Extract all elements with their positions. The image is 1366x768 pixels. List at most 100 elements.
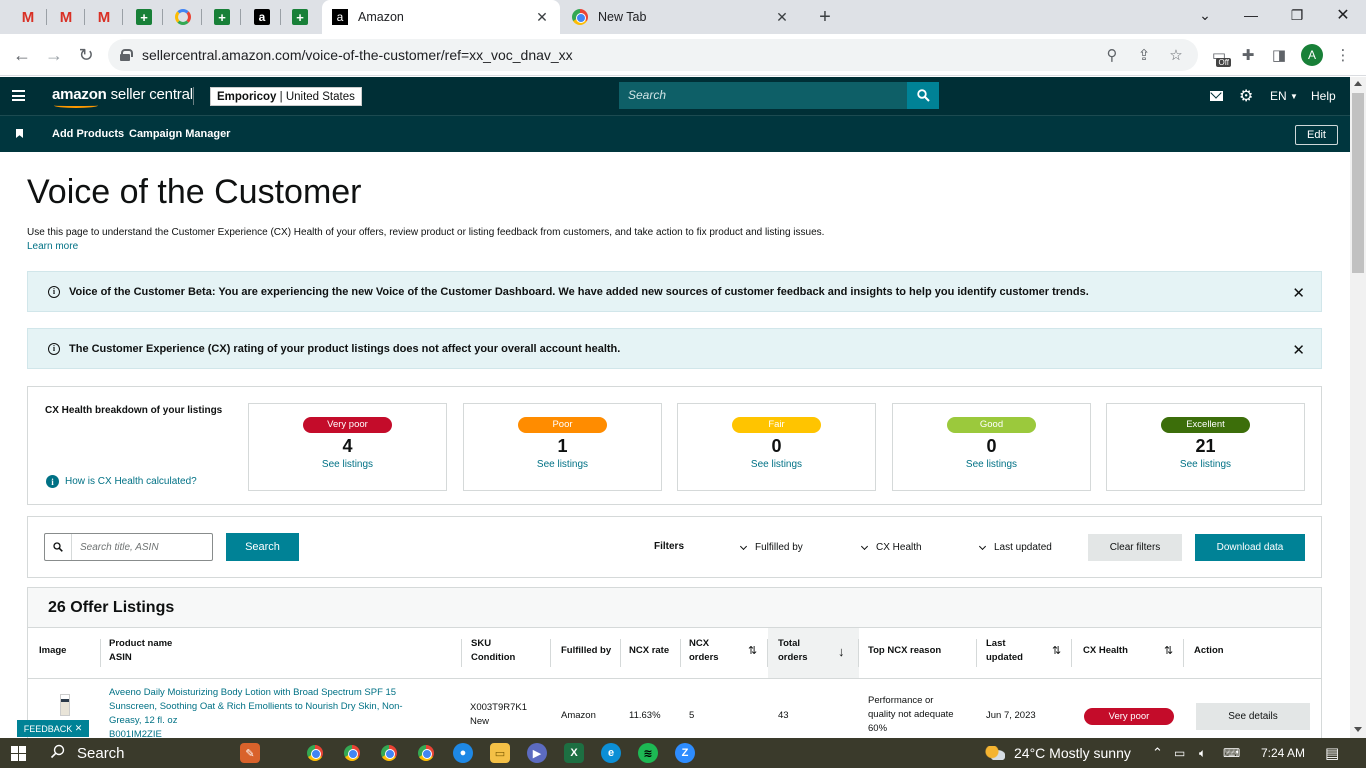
chrome-icon[interactable] (381, 745, 397, 761)
menu-icon[interactable] (12, 90, 25, 101)
address-bar[interactable]: sellercentral.amazon.com/voice-of-the-cu… (108, 39, 1198, 71)
sort-icon[interactable]: ⇅ (748, 644, 757, 657)
pinned-tab-google[interactable] (166, 4, 200, 30)
see-listings-link[interactable]: See listings (249, 459, 446, 470)
close-icon[interactable]: ✕ (534, 9, 550, 26)
filter-last-updated[interactable]: Last updated (978, 542, 1052, 553)
download-data-button[interactable]: Download data (1195, 534, 1305, 561)
clear-filters-button[interactable]: Clear filters (1088, 534, 1182, 561)
see-details-button[interactable]: See details (1196, 703, 1310, 730)
more-menu-icon[interactable]: ⋮ (1330, 42, 1356, 68)
filter-fulfilled-by[interactable]: Fulfilled by (739, 542, 803, 553)
sort-down-arrow-icon[interactable]: ↓ (838, 644, 845, 659)
new-tab-button[interactable]: + (812, 4, 838, 30)
listing-search-input[interactable]: Search title, ASIN (44, 533, 213, 561)
col-total-orders[interactable]: Total orders (778, 637, 808, 665)
taskbar-search-label: Search (77, 744, 125, 762)
tab-amazon[interactable]: a Amazon ✕ (322, 0, 560, 34)
edit-nav-button[interactable]: Edit (1295, 125, 1338, 145)
back-arrow-icon[interactable]: ← (9, 42, 35, 68)
close-window-button[interactable]: ✕ (1320, 0, 1366, 30)
share-icon[interactable]: ⇪ (1130, 39, 1158, 71)
tray-overflow-chevron-icon[interactable]: ⌃ (1152, 738, 1163, 768)
sort-icon[interactable]: ⇅ (1052, 644, 1061, 657)
learn-more-link[interactable]: Learn more (27, 241, 78, 252)
store-selector[interactable]: Emporicoy | United States (210, 87, 362, 106)
weather-widget[interactable]: 24°C Mostly sunny (985, 738, 1131, 768)
gmail-icon: M (59, 8, 73, 26)
sort-icon[interactable]: ⇅ (1164, 644, 1173, 657)
seller-central-logo[interactable]: amazon seller central (52, 86, 193, 108)
restore-button[interactable]: ❐ (1274, 0, 1320, 30)
help-link[interactable]: Help (1311, 88, 1336, 104)
product-thumbnail[interactable] (60, 694, 70, 716)
col-ncx-rate[interactable]: NCX rate (629, 644, 669, 658)
weather-sun-cloud-icon (985, 746, 1005, 760)
tab-search-chevron-icon[interactable]: ⌄ (1182, 0, 1228, 30)
see-listings-link[interactable]: See listings (1107, 459, 1304, 470)
col-product-name[interactable]: Product name ASIN (109, 637, 172, 665)
close-icon[interactable]: ✕ (1292, 341, 1305, 359)
media-player-icon[interactable]: ▶ (527, 743, 547, 763)
network-icon[interactable]: ▭ (1174, 738, 1185, 768)
cx-breakdown-label: CX Health breakdown of your listings (45, 405, 223, 416)
feedback-button[interactable]: FEEDBACK ✕ (17, 720, 89, 737)
listing-search-button[interactable]: Search (226, 533, 299, 561)
volume-icon[interactable]: 🔈︎ (1199, 738, 1206, 768)
chevron-down-icon (978, 542, 987, 550)
tab-new-tab[interactable]: New Tab ✕ (562, 0, 800, 34)
app-icon[interactable]: ● (453, 743, 473, 763)
chrome-icon[interactable] (307, 745, 323, 761)
forward-arrow-icon[interactable]: → (41, 42, 67, 68)
excel-icon[interactable]: X (564, 743, 584, 763)
profile-avatar[interactable]: A (1299, 42, 1325, 68)
coupon-extension-icon[interactable]: ▭ Off (1206, 42, 1232, 68)
settings-gear-icon[interactable]: ⚙ (1239, 88, 1253, 105)
col-cx-health[interactable]: CX Health (1083, 644, 1128, 658)
col-last-updated[interactable]: Last updated (986, 637, 1023, 665)
chrome-icon[interactable] (344, 745, 360, 761)
close-icon[interactable]: ✕ (774, 9, 790, 26)
spotify-icon[interactable]: ≋ (638, 743, 658, 763)
clock[interactable]: 7:24 AM (1261, 738, 1305, 768)
windows-start-icon[interactable] (11, 746, 26, 761)
chrome-icon[interactable] (418, 745, 434, 761)
language-label: EN (1270, 89, 1287, 103)
pinned-tab-gmail[interactable]: M (87, 4, 121, 30)
product-name-link[interactable]: Aveeno Daily Moisturizing Body Lotion wi… (109, 686, 403, 742)
header-search-input[interactable]: Search (619, 82, 907, 109)
messages-icon[interactable] (1210, 88, 1223, 104)
pinned-tab-sheets[interactable]: + (283, 4, 317, 30)
zoom-app-icon[interactable]: Z (675, 743, 695, 763)
bookmark-star-icon[interactable]: ☆ (1162, 39, 1190, 71)
cx-how-calculated-link[interactable]: i How is CX Health calculated? (46, 475, 197, 488)
keyboard-icon[interactable]: ⌨ (1223, 738, 1240, 768)
bookmark-icon[interactable] (16, 129, 23, 138)
filter-cx-health[interactable]: CX Health (860, 542, 922, 553)
notifications-icon[interactable]: ▤ (1325, 738, 1339, 768)
taskbar-widget-icon[interactable]: ✎ (240, 743, 260, 763)
minimize-button[interactable]: — (1228, 0, 1274, 30)
pinned-tab-sheets[interactable]: + (127, 4, 161, 30)
zoom-icon[interactable]: ⚲ (1098, 39, 1126, 71)
edge-icon[interactable]: e (601, 743, 621, 763)
nav-add-products[interactable]: Add Products (52, 128, 124, 140)
reload-icon[interactable]: ↻ (73, 42, 99, 68)
see-listings-link[interactable]: See listings (893, 459, 1090, 470)
pinned-tab-gmail[interactable]: M (11, 4, 45, 30)
col-ncx-orders[interactable]: NCX orders (689, 637, 719, 665)
language-selector[interactable]: EN ▼ (1270, 88, 1298, 104)
windows-taskbar: Search ✎ ● ▭ ▶ X e ≋ Z 24°C Mostly sunny… (0, 738, 1366, 768)
pinned-tab-amazon[interactable]: a (245, 4, 279, 30)
pinned-tab-sheets[interactable]: + (205, 4, 239, 30)
pinned-tab-gmail[interactable]: M (49, 4, 83, 30)
nav-campaign-manager[interactable]: Campaign Manager (129, 128, 230, 140)
extensions-puzzle-icon[interactable]: ✚ (1235, 42, 1261, 68)
header-search-button[interactable] (907, 82, 939, 109)
side-panel-icon[interactable]: ◨ (1266, 42, 1292, 68)
file-explorer-icon[interactable]: ▭ (490, 743, 510, 763)
close-icon[interactable]: ✕ (1292, 284, 1305, 302)
see-listings-link[interactable]: See listings (464, 459, 661, 470)
see-listings-link[interactable]: See listings (678, 459, 875, 470)
page-scrollbar[interactable] (1350, 77, 1366, 738)
